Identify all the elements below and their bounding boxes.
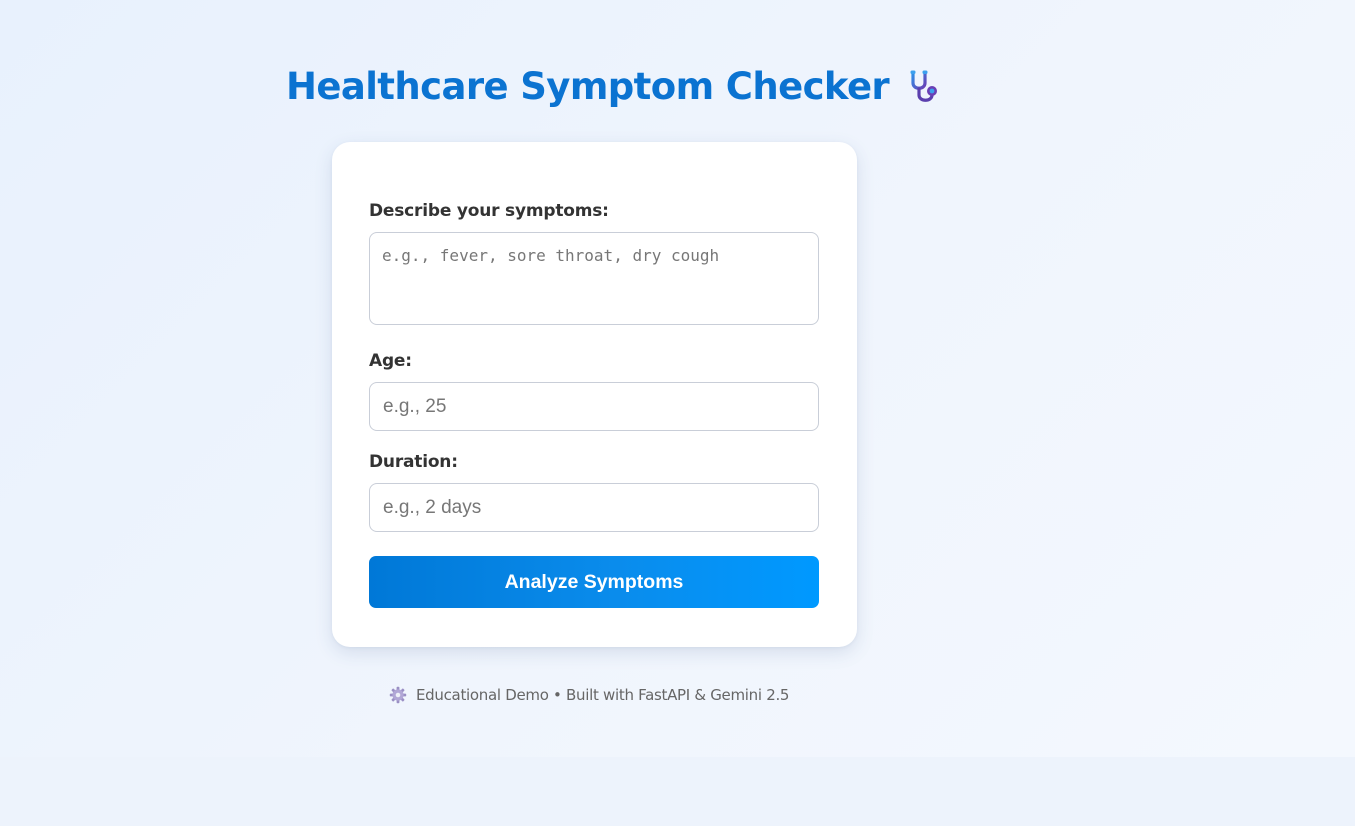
duration-label: Duration:: [369, 452, 458, 472]
symptoms-label: Describe your symptoms:: [369, 201, 609, 221]
page-title: Healthcare Symptom Checker: [286, 62, 945, 112]
page-title-text: Healthcare Symptom Checker: [286, 65, 890, 108]
gear-icon: [389, 686, 407, 704]
symptoms-textarea[interactable]: [369, 232, 819, 325]
duration-input[interactable]: [369, 483, 819, 532]
age-label: Age:: [369, 351, 412, 371]
page-background-lower: [0, 757, 1355, 826]
analyze-symptoms-button[interactable]: Analyze Symptoms: [369, 556, 819, 608]
stethoscope-icon: [905, 67, 945, 107]
symptom-form-card: Describe your symptoms: Age: Duration: A…: [332, 142, 857, 647]
footer-text: Educational Demo • Built with FastAPI & …: [416, 686, 790, 704]
age-input[interactable]: [369, 382, 819, 431]
footer: Educational Demo • Built with FastAPI & …: [389, 686, 789, 704]
